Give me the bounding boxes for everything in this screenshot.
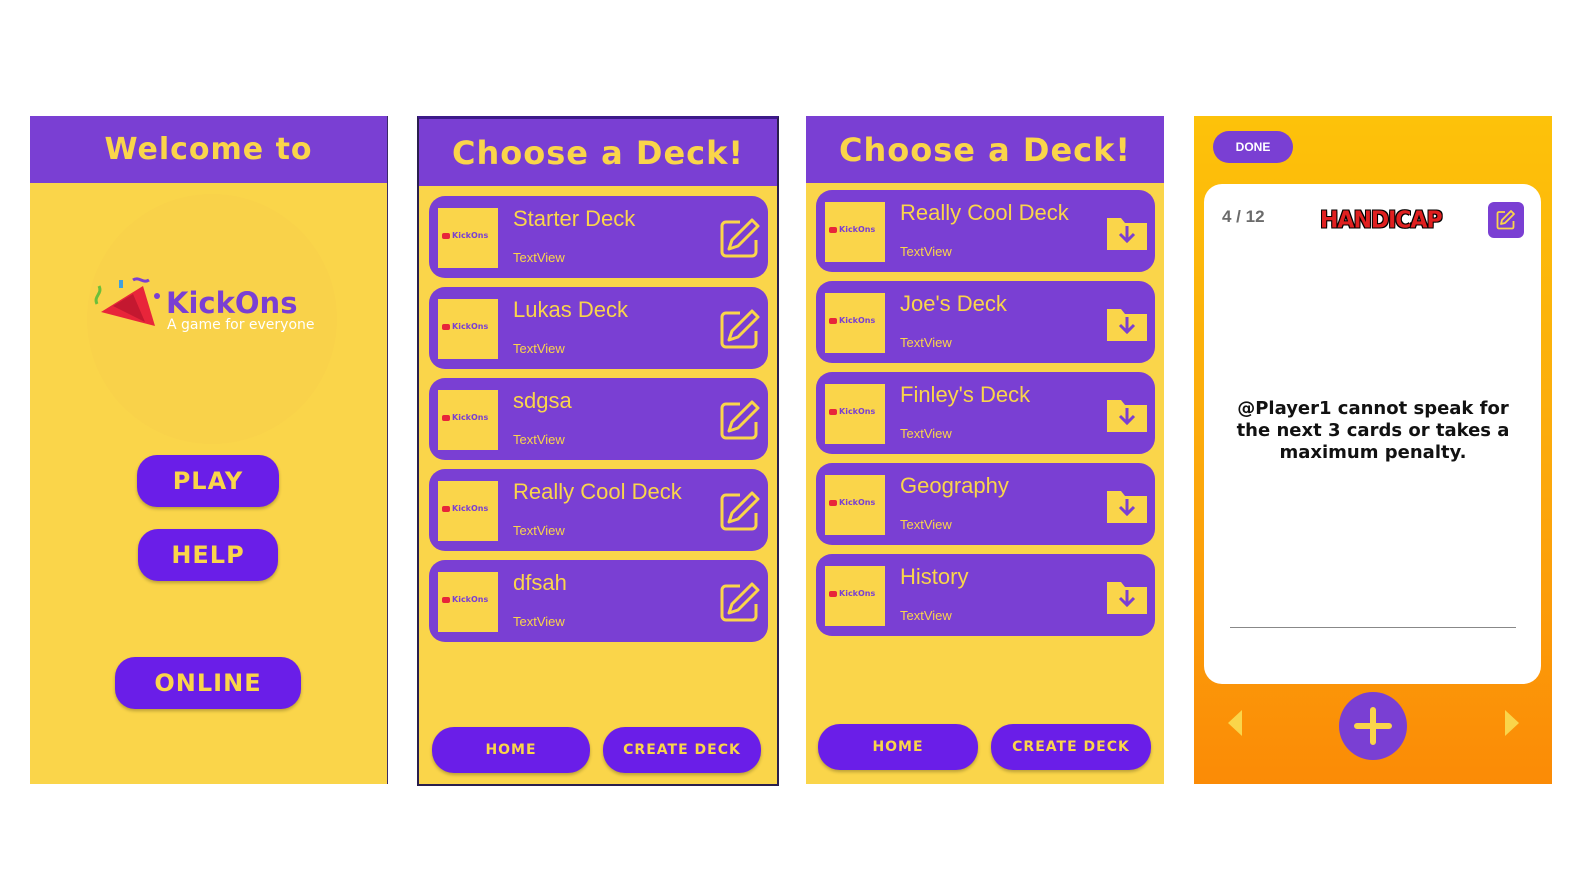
welcome-header: Welcome to [30, 116, 387, 183]
deck-screen-title: Choose a Deck! [839, 130, 1131, 169]
thumbnail-logo: KickOns [442, 595, 488, 604]
deck-list: KickOns Starter Deck TextView KickOns Lu… [429, 196, 768, 651]
thumbnail-logo: KickOns [442, 504, 488, 513]
card-category: HANDICAP [1320, 207, 1443, 234]
download-folder-icon[interactable] [1105, 392, 1149, 436]
card-divider [1230, 627, 1516, 628]
deck-subtitle: TextView [900, 517, 952, 532]
deck-item[interactable]: KickOns Lukas Deck TextView [429, 287, 768, 369]
help-button[interactable]: HELP [138, 529, 278, 581]
download-folder-icon[interactable] [1105, 574, 1149, 618]
edit-icon[interactable] [718, 216, 762, 260]
thumbnail-logo: KickOns [442, 322, 488, 331]
deck-header: Choose a Deck! [806, 116, 1164, 183]
thumbnail-logo: KickOns [442, 231, 488, 240]
deck-name: Lukas Deck [513, 297, 628, 322]
deck-subtitle: TextView [513, 432, 565, 447]
deck-name: Really Cool Deck [900, 200, 1069, 225]
home-button[interactable]: HOME [818, 724, 978, 770]
online-button[interactable]: ONLINE [115, 657, 301, 709]
card-text: @Player1 cannot speak for the next 3 car… [1236, 398, 1510, 463]
deck-item[interactable]: KickOns sdgsa TextView [429, 378, 768, 460]
download-folder-icon[interactable] [1105, 210, 1149, 254]
edit-icon[interactable] [718, 398, 762, 442]
plus-icon [1354, 707, 1392, 745]
logo-subtitle: A game for everyone [167, 317, 315, 333]
thumbnail-logo: KickOns [829, 225, 875, 234]
deck-name: Joe's Deck [900, 291, 1007, 316]
edit-icon[interactable] [718, 489, 762, 533]
deck-item[interactable]: KickOns Starter Deck TextView [429, 196, 768, 278]
deck-thumbnail: KickOns [438, 208, 498, 268]
download-folder-icon[interactable] [1105, 483, 1149, 527]
next-card-icon[interactable] [1503, 708, 1521, 738]
deck-subtitle: TextView [513, 250, 565, 265]
thumbnail-logo: KickOns [829, 498, 875, 507]
card-counter: 4 / 12 [1222, 207, 1265, 226]
card-screen: DONE 4 / 12 HANDICAP @Player1 cannot spe… [1194, 116, 1552, 784]
deck-name: History [900, 564, 969, 589]
thumbnail-logo: KickOns [442, 413, 488, 422]
edit-icon[interactable] [718, 580, 762, 624]
deck-subtitle: TextView [513, 614, 565, 629]
deck-thumbnail: KickOns [825, 384, 885, 444]
edit-icon [1496, 210, 1515, 230]
deck-thumbnail: KickOns [438, 299, 498, 359]
deck-item[interactable]: KickOns Joe's Deck TextView [816, 281, 1155, 363]
thumbnail-logo: KickOns [829, 316, 875, 325]
edit-icon[interactable] [718, 307, 762, 351]
deck-item[interactable]: KickOns Really Cool Deck TextView [429, 469, 768, 551]
create-deck-button[interactable]: CREATE DECK [603, 727, 761, 773]
deck-name: Geography [900, 473, 1009, 498]
done-button[interactable]: DONE [1213, 131, 1293, 163]
deck-thumbnail: KickOns [438, 572, 498, 632]
deck-item[interactable]: KickOns Geography TextView [816, 463, 1155, 545]
deck-subtitle: TextView [513, 341, 565, 356]
logo-title: KickOns [166, 286, 298, 320]
download-folder-icon[interactable] [1105, 301, 1149, 345]
play-button[interactable]: PLAY [137, 455, 279, 507]
deck-header: Choose a Deck! [419, 119, 777, 186]
edit-card-button[interactable] [1488, 202, 1524, 238]
deck-name: sdgsa [513, 388, 572, 413]
my-decks-screen: Choose a Deck! KickOns Starter Deck Text… [417, 116, 779, 786]
game-card: 4 / 12 HANDICAP @Player1 cannot speak fo… [1204, 184, 1541, 684]
add-card-button[interactable] [1339, 692, 1407, 760]
online-decks-screen: Choose a Deck! KickOns Really Cool Deck … [806, 116, 1164, 784]
deck-thumbnail: KickOns [825, 202, 885, 262]
deck-name: Finley's Deck [900, 382, 1031, 407]
home-button[interactable]: HOME [432, 727, 590, 773]
deck-item[interactable]: KickOns dfsah TextView [429, 560, 768, 642]
deck-subtitle: TextView [513, 523, 565, 538]
deck-list: KickOns Really Cool Deck TextView KickOn… [816, 190, 1155, 645]
deck-name: dfsah [513, 570, 567, 595]
thumbnail-logo: KickOns [829, 407, 875, 416]
deck-subtitle: TextView [900, 335, 952, 350]
welcome-title: Welcome to [104, 132, 313, 167]
thumbnail-logo: KickOns [829, 589, 875, 598]
deck-item[interactable]: KickOns Finley's Deck TextView [816, 372, 1155, 454]
deck-thumbnail: KickOns [438, 481, 498, 541]
deck-item[interactable]: KickOns History TextView [816, 554, 1155, 636]
deck-name: Starter Deck [513, 206, 636, 231]
deck-subtitle: TextView [900, 244, 952, 259]
deck-name: Really Cool Deck [513, 479, 682, 504]
deck-thumbnail: KickOns [825, 293, 885, 353]
deck-thumbnail: KickOns [825, 475, 885, 535]
party-popper-icon [94, 277, 160, 326]
deck-thumbnail: KickOns [825, 566, 885, 626]
previous-card-icon[interactable] [1226, 708, 1244, 738]
deck-subtitle: TextView [900, 426, 952, 441]
deck-subtitle: TextView [900, 608, 952, 623]
deck-screen-title: Choose a Deck! [452, 133, 744, 172]
deck-thumbnail: KickOns [438, 390, 498, 450]
deck-item[interactable]: KickOns Really Cool Deck TextView [816, 190, 1155, 272]
create-deck-button[interactable]: CREATE DECK [991, 724, 1151, 770]
welcome-screen: Welcome to KickOns A game for everyone P… [30, 116, 388, 784]
